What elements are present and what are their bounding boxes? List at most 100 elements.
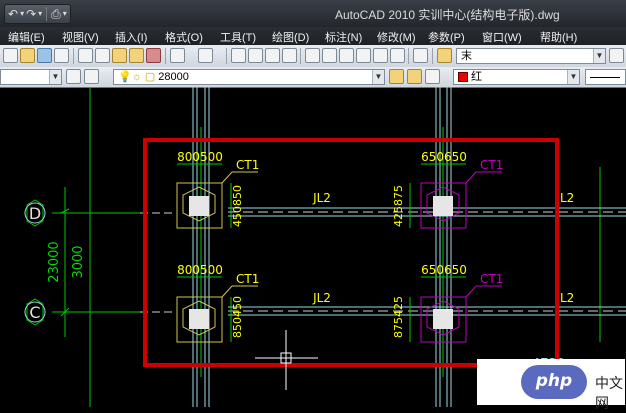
workspace-settings-icon[interactable]: [66, 69, 81, 84]
menu-draw[interactable]: 绘图(D): [272, 29, 309, 45]
grid-bubble-d: D: [24, 199, 46, 227]
dim-top-left-width: 800500: [177, 150, 223, 164]
tag-bottom-right: CT1: [480, 272, 503, 286]
layer-name-value: 28000: [158, 71, 189, 83]
dim-bottom-right-side: 875425: [392, 296, 405, 338]
layer-properties-icon[interactable]: [84, 69, 99, 84]
print-icon[interactable]: ⎙: [51, 6, 61, 22]
dimension-style-icon[interactable]: [609, 48, 624, 63]
grid-bubble-c: C: [24, 298, 46, 326]
grid-line-c: [52, 306, 626, 316]
dimension-3000: 3000: [71, 245, 86, 278]
block-editor-icon[interactable]: [146, 48, 161, 63]
separator: [46, 7, 48, 21]
open-file-icon[interactable]: [20, 48, 35, 63]
match-properties-icon[interactable]: [129, 48, 144, 63]
minimize-button[interactable]: [550, 3, 572, 19]
copy-icon[interactable]: [95, 48, 110, 63]
title-bar: ↶ ▾ ↷ ▾ ⎙ ▾ AutoCAD 2010 实训中心(结构电子版).dwg: [0, 0, 626, 27]
close-button[interactable]: [598, 3, 620, 19]
quickcalc-icon[interactable]: [390, 48, 405, 63]
paste-icon[interactable]: [112, 48, 127, 63]
color-combo[interactable]: 红 ▼: [453, 69, 580, 85]
make-current-layer-icon[interactable]: [389, 69, 404, 84]
tag-bottom-left: CT1: [236, 272, 259, 286]
tool-palettes-icon[interactable]: [339, 48, 354, 63]
crosshair-cursor: [255, 330, 318, 390]
layer-combo[interactable]: 💡☼ ▢ 28000 ▼: [113, 69, 385, 85]
beam-label-right-bottom: L2: [560, 291, 574, 305]
workspace-combo[interactable]: ▼: [0, 69, 62, 85]
menu-help[interactable]: 帮助(H): [540, 29, 577, 45]
separator: [165, 48, 166, 64]
layer-state-icons: 💡☼ ▢: [118, 71, 159, 83]
watermark-site-text: 中文网: [595, 375, 623, 411]
php-logo: php: [521, 365, 587, 399]
beam-label-bottom: JL2: [312, 291, 331, 305]
undo-icon[interactable]: ↶: [8, 6, 18, 22]
linetype-line: [590, 76, 620, 78]
chevron-down-icon[interactable]: ▼: [593, 49, 605, 63]
chevron-down-icon[interactable]: ▼: [567, 70, 579, 84]
menu-insert[interactable]: 插入(I): [115, 29, 147, 45]
grid-label-c: C: [29, 303, 40, 322]
zoom-previous-icon[interactable]: [282, 48, 297, 63]
menu-dimension[interactable]: 标注(N): [325, 29, 362, 45]
chevron-down-icon[interactable]: ▼: [49, 70, 61, 84]
customize-dropdown-icon[interactable]: ▾: [63, 6, 67, 22]
dim-top-right-width: 650650: [421, 150, 467, 164]
tag-top-left: CT1: [236, 158, 259, 172]
redo-icon[interactable]: ↷: [26, 6, 36, 22]
chevron-down-icon[interactable]: ▼: [372, 70, 384, 84]
help-icon[interactable]: [413, 48, 428, 63]
menu-bar: 编辑(E) 视图(V) 插入(I) 格式(O) 工具(T) 绘图(D) 标注(N…: [0, 27, 626, 46]
menu-window[interactable]: 窗口(W): [482, 29, 522, 45]
menu-tools[interactable]: 工具(T): [220, 29, 256, 45]
save-icon[interactable]: [37, 48, 52, 63]
cut-icon[interactable]: [78, 48, 93, 63]
standard-toolbar: 末 ▼: [0, 45, 626, 68]
pan-icon[interactable]: [231, 48, 246, 63]
tag-top-right: CT1: [480, 158, 503, 172]
separator: [408, 48, 409, 64]
layer-state-icon[interactable]: [425, 69, 440, 84]
design-center-icon[interactable]: [322, 48, 337, 63]
undo-dropdown-icon[interactable]: ▾: [20, 6, 24, 22]
properties-icon[interactable]: [305, 48, 320, 63]
quick-access-toolbar: ↶ ▾ ↷ ▾ ⎙ ▾: [4, 4, 71, 24]
text-style-value: 末: [461, 50, 472, 62]
beam-label-right-top: L2: [560, 191, 574, 205]
overall-dimension-lines: [60, 187, 70, 337]
dim-top-right-side: 425875: [392, 185, 405, 227]
text-style-icon[interactable]: [437, 48, 452, 63]
dim-bottom-left-side: 850450: [231, 296, 244, 338]
menu-modify[interactable]: 修改(M): [377, 29, 416, 45]
zoom-realtime-icon[interactable]: [248, 48, 263, 63]
sheet-set-icon[interactable]: [356, 48, 371, 63]
text-style-combo[interactable]: 末 ▼: [456, 48, 606, 64]
markup-icon[interactable]: [373, 48, 388, 63]
php-watermark: php 中文网: [477, 359, 625, 411]
beam-label-top: JL2: [312, 191, 331, 205]
undo-toolbar-icon[interactable]: [170, 48, 185, 63]
plot-icon[interactable]: [54, 48, 69, 63]
linetype-combo[interactable]: [585, 69, 626, 85]
grid-label-d: D: [29, 204, 41, 223]
separator: [73, 48, 74, 64]
column-top-left: [176, 163, 258, 229]
new-file-icon[interactable]: [3, 48, 18, 63]
color-value: 红: [471, 71, 482, 83]
redo-toolbar-icon[interactable]: [198, 48, 213, 63]
layer-previous-icon[interactable]: [407, 69, 422, 84]
zoom-window-icon[interactable]: [265, 48, 280, 63]
menu-view[interactable]: 视图(V): [62, 29, 99, 45]
menu-format[interactable]: 格式(O): [165, 29, 203, 45]
color-swatch: [458, 72, 468, 83]
menu-parametric[interactable]: 参数(P): [428, 29, 465, 45]
menu-edit[interactable]: 编辑(E): [8, 29, 45, 45]
dim-top-left-side: 450850: [231, 185, 244, 227]
separator: [432, 48, 433, 64]
column-bottom-right: [409, 276, 502, 343]
redo-dropdown-icon[interactable]: ▾: [38, 6, 42, 22]
maximize-button[interactable]: [574, 3, 596, 19]
